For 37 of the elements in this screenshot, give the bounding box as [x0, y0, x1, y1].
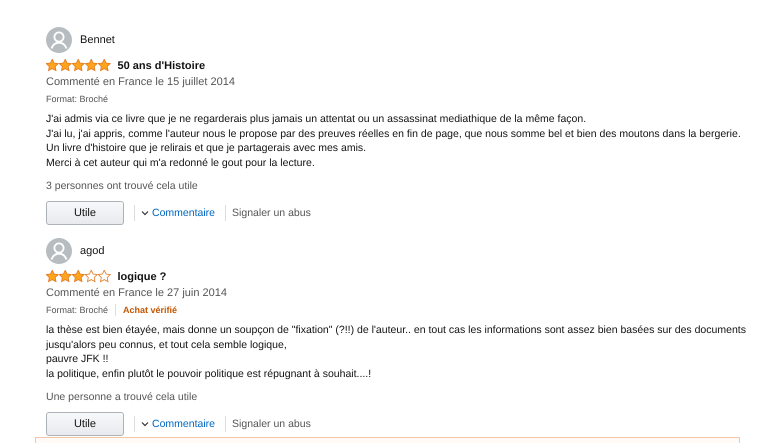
filled-star-icon — [59, 59, 72, 72]
filled-star-icon — [59, 270, 72, 283]
review-text: la politique, enfin plutôt le pouvoir politique est répugnant à souhait....! — [46, 366, 372, 382]
review-text: Un livre d'histoire que je relirais et que je partagerais avec mes amis. — [46, 141, 368, 156]
helpful-button[interactable]: Utile — [46, 412, 124, 436]
filled-star-icon — [46, 59, 58, 72]
caret-icon — [141, 210, 149, 216]
review-text: Merci à cet auteur qui m'a redonné le gout pour la lecture. — [46, 156, 316, 170]
filled-star-icon — [46, 270, 58, 283]
author-name: agod — [80, 245, 104, 257]
helpful-button[interactable]: Utile — [46, 201, 124, 226]
review-date: Commenté en France le 27 juin 2014 — [46, 286, 228, 301]
caret-icon — [141, 421, 149, 428]
review-text: J'ai admis via ce livre que je ne regarderais plus jamais un attentat ou un assassinat mediathique de la même façon. — [46, 112, 588, 127]
filled-star-icon — [98, 59, 110, 72]
empty-star-icon — [98, 270, 110, 283]
helpful-count: 3 personnes ont trouvé cela utile — [46, 179, 199, 194]
empty-star-icon — [85, 270, 98, 283]
filled-star-icon — [72, 59, 84, 72]
format-label: Format: Broché — [46, 305, 108, 315]
review-title: logique ? — [118, 270, 166, 282]
comment-link[interactable]: Commentaire — [152, 418, 216, 430]
author-name: Bennet — [80, 34, 115, 46]
review-text: pauvre JFK !! — [46, 352, 110, 367]
filled-star-icon — [72, 270, 84, 283]
review-title: 50 ans d'Histoire — [118, 60, 206, 72]
review-date: Commenté en France le 15 juillet 2014 — [46, 75, 236, 90]
avatar-icon — [46, 238, 72, 264]
report-link[interactable]: Signaler un abus — [232, 207, 311, 220]
avatar-icon — [46, 27, 72, 53]
filled-star-icon — [85, 59, 98, 72]
comment-link[interactable]: Commentaire — [152, 207, 216, 220]
review-text: J'ai lu, j'ai appris, comme l'auteur nous le propose par des preuves réelles en fin de page, que nous somme bel et bien des moutons dans la bergerie. — [46, 126, 742, 142]
format-label: Format: Broché — [46, 94, 108, 104]
helpful-count: Une personne a trouvé cela utile — [46, 390, 198, 404]
verified-label: Achat vérifié — [123, 305, 178, 315]
report-link[interactable]: Signaler un abus — [232, 418, 311, 430]
